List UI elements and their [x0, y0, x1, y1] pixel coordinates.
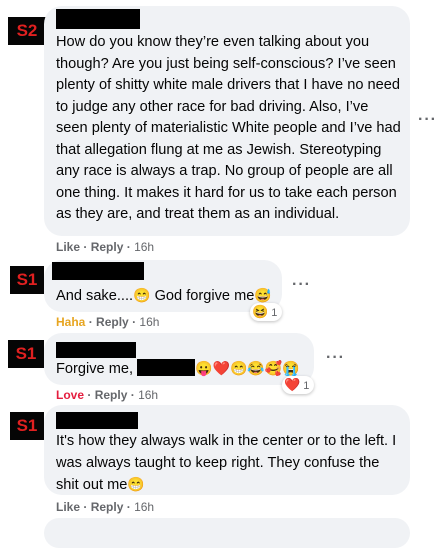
love-reaction-button[interactable]: Love [56, 388, 84, 402]
timestamp[interactable]: 16h [134, 500, 154, 514]
like-button[interactable]: Like [56, 240, 80, 254]
reaction-count: 1 [303, 380, 310, 392]
speaker-badge-s1: S1 [10, 266, 44, 294]
comment-actions: Love · Reply · 16h [56, 388, 158, 402]
comment-actions: Like · Reply · 16h [56, 500, 154, 514]
comment-actions: Haha · Reply · 16h [56, 315, 159, 329]
like-button[interactable]: Like [56, 500, 80, 514]
comment-text-part: Forgive me, [56, 361, 134, 377]
comment-text: It's how they always walk in the center … [56, 431, 401, 497]
separator: · [132, 315, 137, 329]
more-options-icon[interactable]: ··· [292, 276, 311, 294]
comment-text-part: God forgive me [150, 288, 255, 304]
redacted-author-name [56, 342, 136, 358]
separator: · [126, 240, 131, 254]
separator: · [83, 500, 88, 514]
timestamp[interactable]: 16h [134, 240, 154, 254]
comment-text-part: It's how they always walk in the center … [56, 433, 397, 493]
redacted-mention [137, 359, 196, 376]
timestamp[interactable]: 16h [138, 388, 158, 402]
haha-reaction-button[interactable]: Haha [56, 315, 85, 329]
reaction-count: 1 [271, 307, 278, 319]
comment-bubble-partial [44, 518, 410, 548]
grin-emoji: 😁 [133, 287, 151, 303]
comment-text-part: And sake.... [56, 288, 134, 304]
comment-text: And sake....😁 God forgive me😅 [56, 285, 272, 308]
haha-reaction-icon: 😆 [252, 304, 269, 319]
more-options-icon[interactable]: ··· [326, 349, 345, 367]
speaker-badge-s2: S2 [8, 17, 46, 45]
comment-actions: Like · Reply · 16h [56, 240, 154, 254]
comment-text: Forgive me, 😛❤️😁😂🥰😭 [56, 358, 300, 381]
speaker-badge-s1: S1 [10, 412, 44, 440]
reply-button[interactable]: Reply [91, 500, 124, 514]
separator: · [88, 315, 93, 329]
redacted-author-name [56, 412, 138, 429]
reply-button[interactable]: Reply [96, 315, 129, 329]
redacted-author-name [52, 262, 144, 280]
reply-button[interactable]: Reply [91, 240, 124, 254]
sweat-smile-emoji: 😅 [254, 287, 272, 303]
reaction-summary[interactable]: ❤️ 1 [282, 376, 315, 394]
separator: · [87, 388, 92, 402]
timestamp[interactable]: 16h [139, 315, 159, 329]
redacted-author-name [56, 9, 140, 29]
separator: · [126, 500, 131, 514]
more-options-icon[interactable]: ··· [418, 111, 437, 129]
speaker-badge-s1: S1 [8, 340, 44, 368]
reply-button[interactable]: Reply [95, 388, 128, 402]
separator: · [130, 388, 135, 402]
separator: · [83, 240, 88, 254]
comment-text: How do you know they’re even talking abo… [56, 34, 401, 222]
emoji-sequence: 😛❤️😁😂🥰😭 [195, 360, 300, 376]
reaction-summary[interactable]: 😆 1 [250, 303, 283, 321]
grin-emoji: 😁 [127, 476, 145, 492]
love-reaction-icon: ❤️ [284, 377, 301, 392]
